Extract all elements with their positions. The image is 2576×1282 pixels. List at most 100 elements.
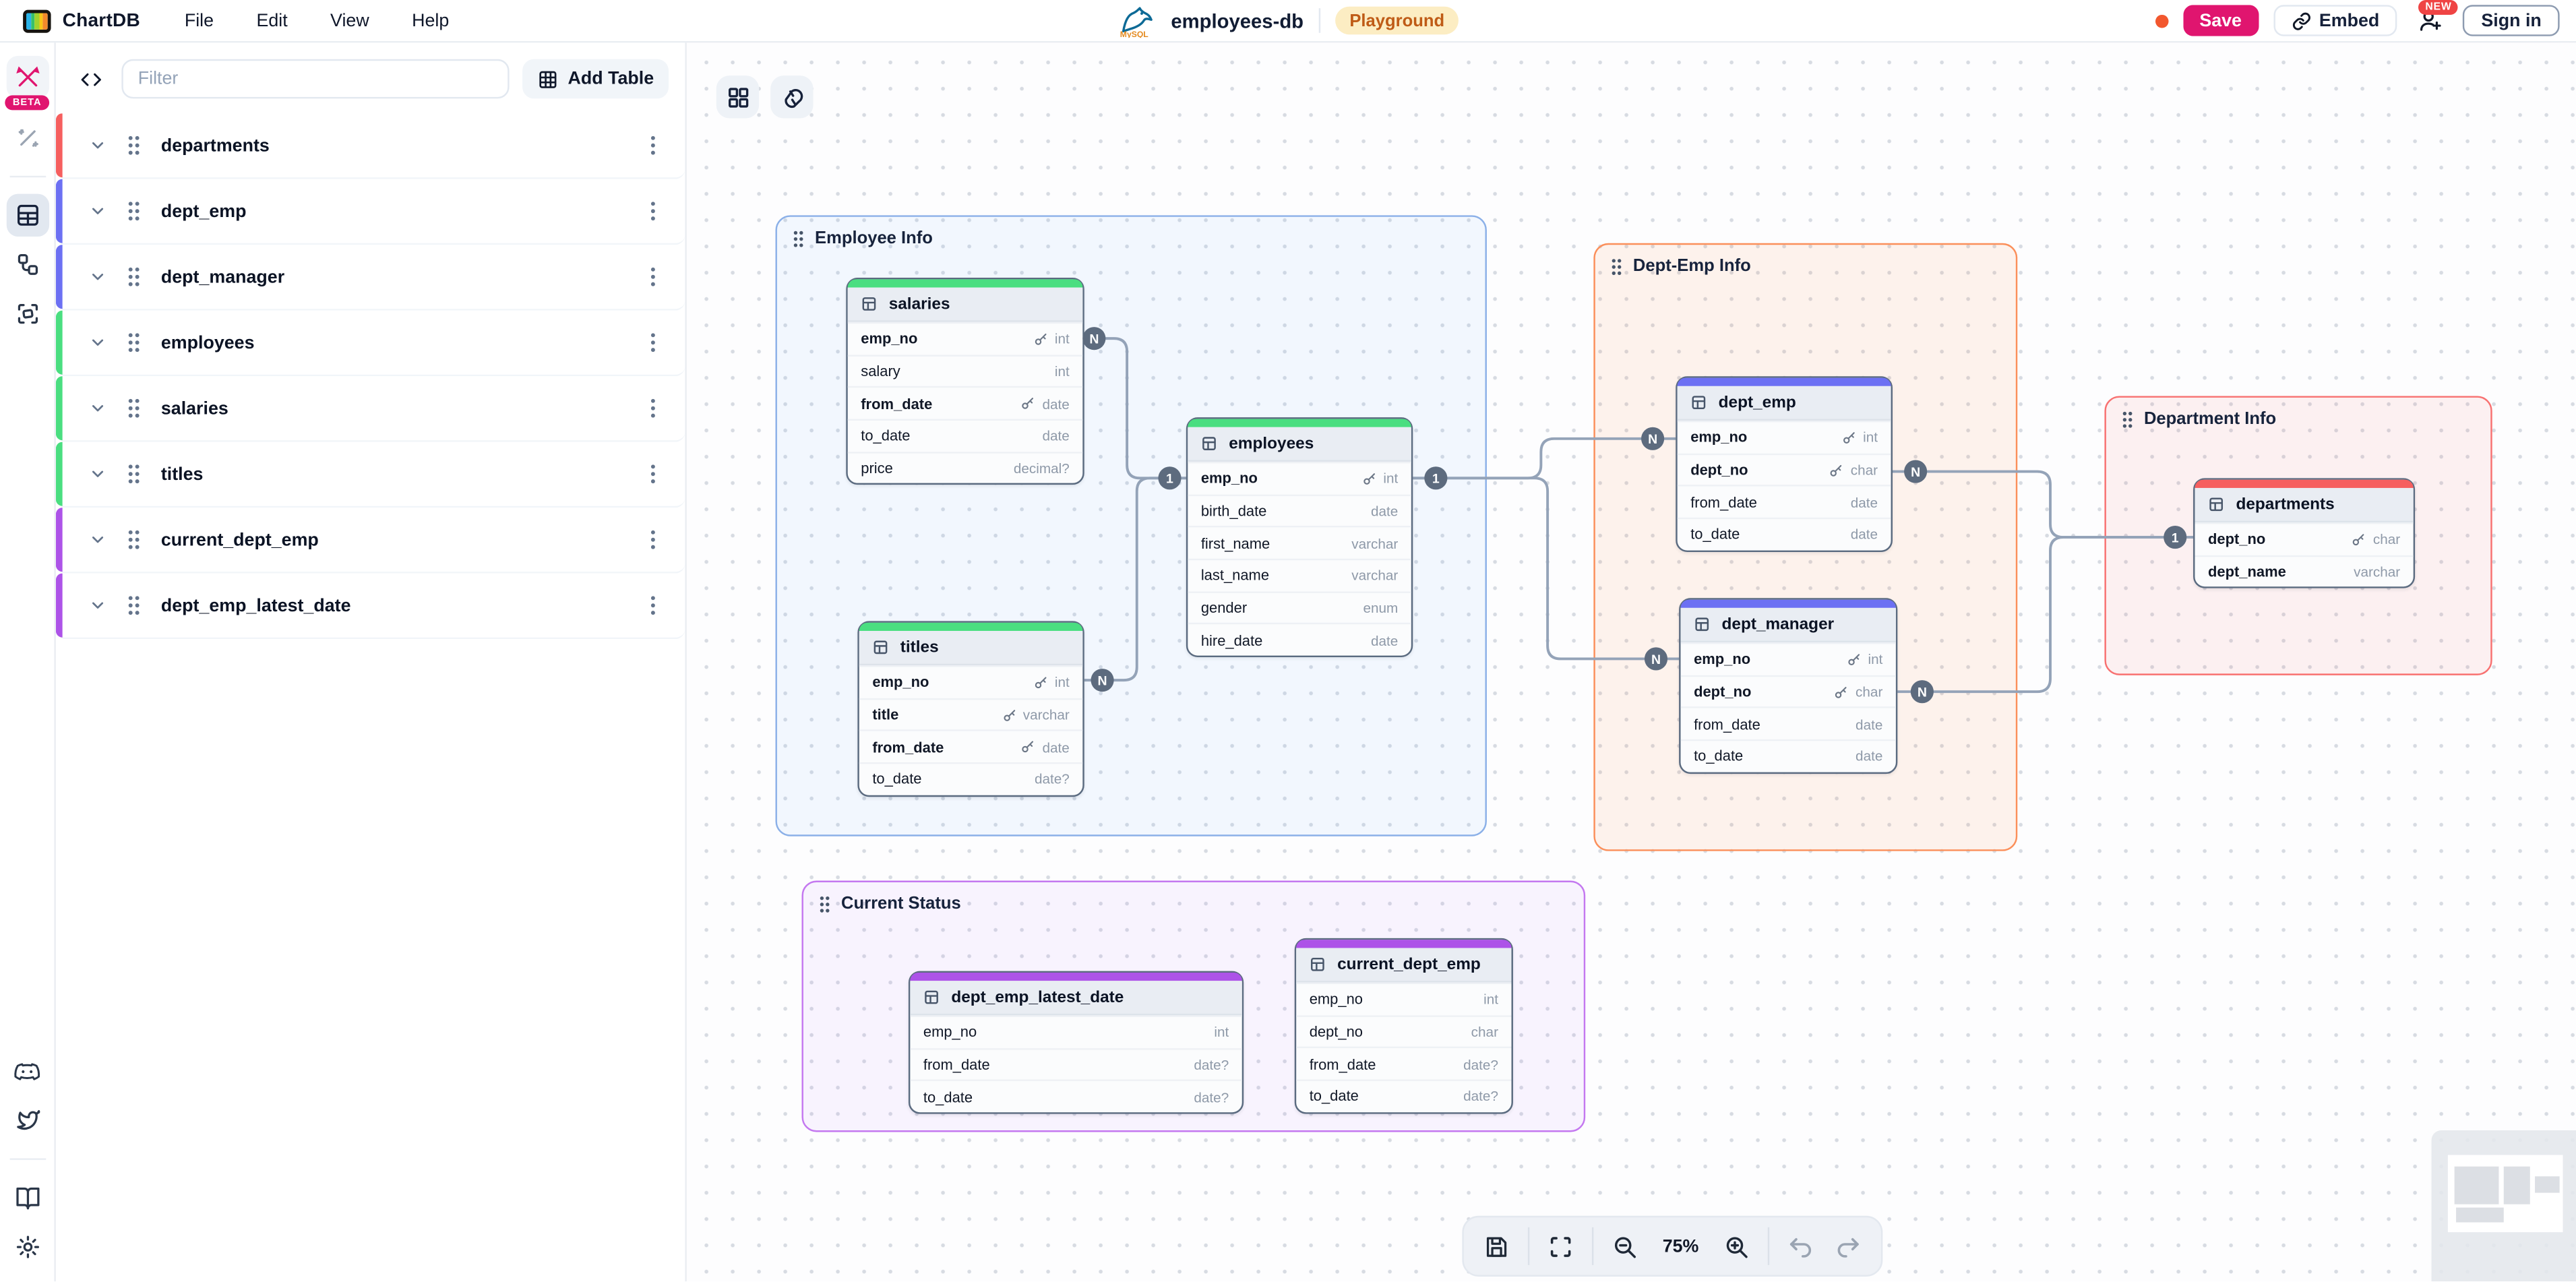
diagram-table-dept_emp_latest_date[interactable]: dept_emp_latest_dateemp_nointfrom_dateda…	[909, 971, 1244, 1114]
diagram-table-departments[interactable]: departmentsdept_nochardept_namevarchar	[2193, 478, 2415, 588]
zoom-out-icon[interactable]	[1608, 1229, 1641, 1262]
diagram-name[interactable]: employees-db	[1171, 9, 1304, 32]
field-row-salary[interactable]: salaryint	[848, 355, 1083, 387]
field-row-emp_no[interactable]: emp_noint	[1188, 462, 1411, 494]
field-row-hire_date[interactable]: hire_datedate	[1188, 623, 1411, 656]
field-row-emp_no[interactable]: emp_noint	[1678, 421, 1891, 453]
kebab-menu-icon[interactable]	[644, 332, 663, 353]
diagram-canvas[interactable]: Employee InfoDept-Emp InfoDepartment Inf…	[687, 42, 2576, 1281]
sidebar-tab-tables[interactable]	[6, 194, 49, 237]
chevron-down-icon[interactable]	[89, 399, 107, 417]
field-row-dept_no[interactable]: dept_nochar	[1296, 1015, 1511, 1047]
discord-icon[interactable]	[6, 1050, 49, 1093]
diagram-table-current_dept_emp[interactable]: current_dept_empemp_nointdept_nocharfrom…	[1295, 938, 1513, 1113]
zoom-level[interactable]: 75%	[1656, 1236, 1705, 1256]
field-row-from_date[interactable]: from_datedate	[859, 730, 1083, 762]
field-row-from_date[interactable]: from_datedate	[1681, 707, 1896, 739]
layout-grid-icon[interactable]	[716, 75, 759, 118]
kebab-menu-icon[interactable]	[644, 594, 663, 616]
settings-icon[interactable]	[6, 1225, 49, 1268]
field-row-to_date[interactable]: to_datedate?	[1296, 1080, 1511, 1112]
chevron-down-icon[interactable]	[89, 465, 107, 483]
field-row-from_date[interactable]: from_datedate?	[910, 1047, 1241, 1080]
kebab-menu-icon[interactable]	[644, 398, 663, 419]
menu-edit[interactable]: Edit	[242, 6, 303, 36]
undo-icon[interactable]	[1784, 1229, 1817, 1262]
table-list-item-departments[interactable]: departments	[56, 113, 685, 179]
diagram-table-dept_manager[interactable]: dept_manageremp_nointdept_nocharfrom_dat…	[1679, 598, 1897, 773]
field-row-to_date[interactable]: to_datedate	[1678, 518, 1891, 550]
field-row-to_date[interactable]: to_datedate?	[859, 762, 1083, 795]
field-row-dept_no[interactable]: dept_nochar	[2195, 522, 2414, 555]
diagram-table-salaries[interactable]: salariesemp_nointsalaryintfrom_datedatet…	[846, 278, 1084, 485]
field-row-last_name[interactable]: last_namevarchar	[1188, 559, 1411, 591]
menu-file[interactable]: File	[170, 6, 228, 36]
table-header[interactable]: dept_emp_latest_date	[910, 981, 1241, 1015]
field-row-to_date[interactable]: to_datedate	[848, 419, 1083, 452]
chevron-down-icon[interactable]	[89, 136, 107, 154]
drag-handle-icon[interactable]	[127, 529, 142, 551]
table-header[interactable]: departments	[2195, 488, 2414, 522]
twitter-icon[interactable]	[6, 1099, 49, 1142]
field-row-from_date[interactable]: from_datedate	[848, 387, 1083, 419]
field-row-birth_date[interactable]: birth_datedate	[1188, 494, 1411, 526]
table-list-item-titles[interactable]: titles	[56, 442, 685, 508]
invite-user-button[interactable]: NEW	[2412, 4, 2449, 37]
embed-button[interactable]: Embed	[2273, 5, 2397, 36]
field-row-gender[interactable]: genderenum	[1188, 591, 1411, 623]
chevron-down-icon[interactable]	[89, 597, 107, 615]
editor-pencils-icon[interactable]	[6, 56, 49, 98]
sidebar-tab-dependencies[interactable]	[6, 293, 49, 335]
kebab-menu-icon[interactable]	[644, 200, 663, 222]
field-row-from_date[interactable]: from_datedate?	[1296, 1047, 1511, 1080]
table-list-item-current_dept_emp[interactable]: current_dept_emp	[56, 508, 685, 574]
drag-handle-icon[interactable]	[127, 594, 142, 616]
field-row-dept_name[interactable]: dept_namevarchar	[2195, 555, 2414, 587]
chevron-down-icon[interactable]	[89, 202, 107, 220]
kebab-menu-icon[interactable]	[644, 135, 663, 156]
drag-handle-icon[interactable]	[127, 398, 142, 419]
docs-icon[interactable]	[6, 1176, 49, 1219]
field-row-emp_no[interactable]: emp_noint	[848, 322, 1083, 355]
kebab-menu-icon[interactable]	[644, 463, 663, 485]
field-row-from_date[interactable]: from_datedate	[1678, 485, 1891, 518]
table-header[interactable]: dept_manager	[1681, 608, 1896, 642]
field-row-emp_no[interactable]: emp_noint	[910, 1015, 1241, 1047]
diagram-table-employees[interactable]: employeesemp_nointbirth_datedatefirst_na…	[1186, 417, 1413, 657]
save-button[interactable]: Save	[2183, 5, 2259, 36]
save-diagram-icon[interactable]	[1480, 1229, 1513, 1262]
table-list-item-dept_emp[interactable]: dept_emp	[56, 179, 685, 245]
redo-icon[interactable]	[1832, 1229, 1865, 1262]
diagram-table-dept_emp[interactable]: dept_empemp_nointdept_nocharfrom_datedat…	[1676, 376, 1893, 551]
code-view-icon[interactable]	[72, 61, 109, 97]
kebab-menu-icon[interactable]	[644, 266, 663, 288]
sidebar-tab-relationships[interactable]	[6, 243, 49, 286]
diagram-table-titles[interactable]: titlesemp_nointtitlevarcharfrom_datedate…	[857, 621, 1084, 796]
table-list-item-dept_manager[interactable]: dept_manager	[56, 245, 685, 311]
magic-wand-icon[interactable]	[6, 117, 49, 159]
filter-input[interactable]	[121, 59, 508, 99]
table-list-item-employees[interactable]: employees	[56, 311, 685, 377]
chevron-down-icon[interactable]	[89, 268, 107, 286]
field-row-to_date[interactable]: to_datedate	[1681, 739, 1896, 772]
table-list-item-salaries[interactable]: salaries	[56, 376, 685, 442]
drag-handle-icon[interactable]	[127, 463, 142, 485]
field-row-emp_no[interactable]: emp_noint	[1296, 983, 1511, 1015]
drag-handle-icon[interactable]	[127, 200, 142, 222]
field-row-emp_no[interactable]: emp_noint	[1681, 642, 1896, 675]
table-header[interactable]: salaries	[848, 288, 1083, 322]
table-header[interactable]: employees	[1188, 427, 1411, 462]
drag-handle-icon[interactable]	[127, 332, 142, 353]
table-header[interactable]: titles	[859, 631, 1083, 665]
chevron-down-icon[interactable]	[89, 334, 107, 352]
field-row-dept_no[interactable]: dept_nochar	[1681, 675, 1896, 707]
table-header[interactable]: current_dept_emp	[1296, 948, 1511, 982]
field-row-emp_no[interactable]: emp_noint	[859, 665, 1083, 698]
minimap[interactable]	[2432, 1130, 2576, 1281]
fit-view-icon[interactable]	[1544, 1229, 1577, 1262]
table-header[interactable]: dept_emp	[1678, 386, 1891, 421]
kebab-menu-icon[interactable]	[644, 529, 663, 551]
field-row-to_date[interactable]: to_datedate?	[910, 1080, 1241, 1112]
drag-handle-icon[interactable]	[127, 266, 142, 288]
signin-button[interactable]: Sign in	[2463, 5, 2560, 36]
